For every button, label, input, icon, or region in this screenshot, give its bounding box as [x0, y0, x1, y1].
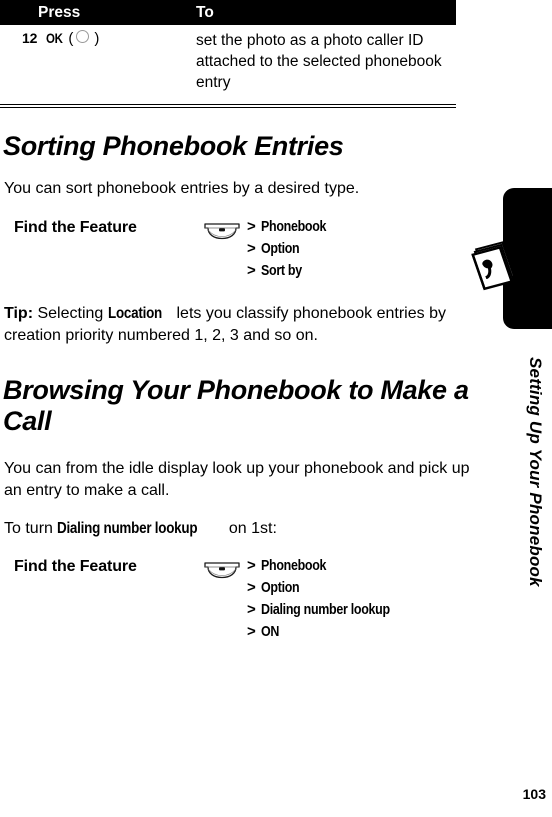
path-separator-icon: > [247, 240, 256, 257]
procedure-table: Press To 12 OK ( ) set the photo as a ph… [0, 0, 456, 99]
path-separator-icon: > [247, 601, 256, 618]
menu-item-phonebook: Phonebook [260, 557, 326, 574]
path-separator-icon: > [247, 557, 256, 574]
lead-in-prefix: To turn [4, 520, 53, 537]
table-header-row: Press To [0, 0, 456, 25]
tip-emphasis: Location [107, 305, 162, 322]
lead-in-paragraph: To turn Dialing number lookup on 1st: [4, 518, 486, 540]
tip-lead: Selecting [37, 305, 104, 322]
menu-item-option: Option [260, 579, 300, 596]
path-separator-icon: > [247, 218, 256, 235]
column-header-to: To [196, 3, 214, 21]
feature-path-item[interactable]: > ON [247, 623, 416, 645]
paren-close: ) [94, 30, 100, 47]
feature-path-item[interactable]: > Dialing number lookup [247, 601, 416, 623]
intro-paragraph-browsing: You can from the idle display look up yo… [4, 460, 470, 499]
path-separator-icon: > [247, 262, 256, 279]
menu-item-sort-by: Sort by [260, 262, 302, 279]
find-the-feature-label: Find the Feature [14, 219, 137, 236]
paren-open: ( [68, 30, 74, 47]
feature-path-browsing: > Phonebook > Option > Dialing number lo… [247, 557, 416, 645]
table-cell-press: 12 OK ( ) [0, 30, 196, 93]
feature-path-item[interactable]: > Phonebook [247, 218, 339, 240]
page-title-browsing: Browsing Your Phonebook to Make a Call [3, 375, 469, 436]
column-header-press: Press [38, 3, 81, 21]
feature-path-item[interactable]: > Phonebook [247, 557, 416, 579]
table-cell-to: set the photo as a photo caller ID attac… [196, 32, 442, 91]
tip-paragraph: Tip: Selecting Location lets you classif… [4, 303, 486, 346]
find-the-feature-label: Find the Feature [14, 558, 137, 575]
phonebook-book-icon [466, 231, 524, 297]
menu-key-icon [202, 561, 242, 584]
manual-page: Press To 12 OK ( ) set the photo as a ph… [0, 0, 552, 817]
feature-path-item[interactable]: > Option [247, 579, 416, 601]
chapter-tab-label: Setting Up Your Phonebook [526, 357, 545, 587]
lead-in-suffix: on 1st: [228, 520, 277, 537]
tip-prefix: Tip: [4, 305, 34, 322]
table-row: 12 OK ( ) set the photo as a photo calle… [0, 25, 456, 99]
table-bottom-rule [0, 104, 456, 108]
intro-paragraph-sorting: You can sort phonebook entries by a desi… [4, 180, 360, 197]
feature-path-item[interactable]: > Option [247, 240, 339, 262]
ok-select-ring-icon [76, 30, 90, 43]
menu-item-option: Option [260, 240, 300, 257]
menu-item-phonebook: Phonebook [260, 218, 326, 235]
step-number: 12 [22, 30, 38, 46]
softkey-label: OK [46, 30, 63, 46]
menu-item-on: ON [260, 623, 279, 640]
path-separator-icon: > [247, 579, 256, 596]
page-number: 103 [522, 786, 546, 802]
lead-in-emphasis: Dialing number lookup [57, 520, 198, 537]
path-separator-icon: > [247, 623, 256, 640]
feature-path-sorting: > Phonebook > Option > Sort by [247, 218, 339, 284]
menu-key-icon [202, 222, 242, 245]
page-title-sorting: Sorting Phonebook Entries [3, 131, 344, 161]
feature-path-item[interactable]: > Sort by [247, 262, 339, 284]
menu-item-dialing-number-lookup: Dialing number lookup [260, 601, 390, 618]
